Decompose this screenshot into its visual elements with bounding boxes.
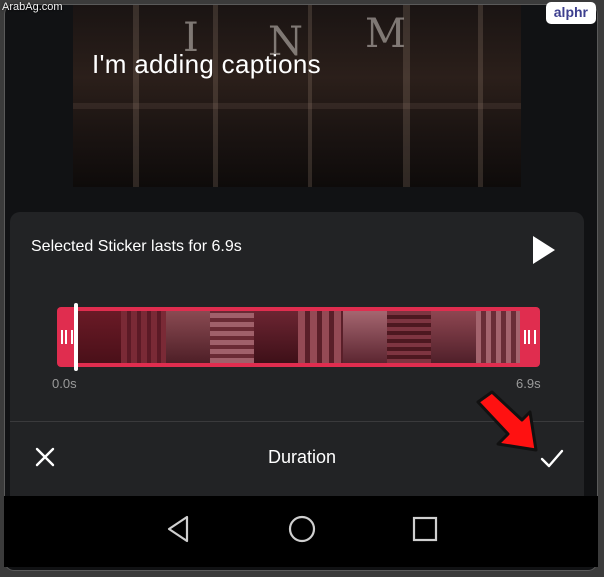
watermark: ArabAg.com (2, 1, 63, 13)
playhead[interactable] (74, 303, 78, 371)
timeline-start-label: 0.0s (52, 376, 77, 391)
timeline-frames (77, 311, 520, 363)
caption-text[interactable]: I'm adding captions (92, 49, 321, 80)
brand-logo: alphr (545, 2, 596, 24)
timeline-range[interactable] (57, 307, 540, 367)
play-icon[interactable] (533, 236, 555, 264)
sticker-duration-text: Selected Sticker lasts for 6.9s (31, 238, 242, 255)
back-icon[interactable] (163, 514, 193, 544)
red-arrow-icon (476, 390, 538, 452)
recents-icon[interactable] (410, 514, 440, 544)
home-icon[interactable] (287, 514, 317, 544)
timeline-end-label: 6.9s (516, 376, 541, 391)
video-preview: I N M (73, 5, 521, 187)
end-trim-handle[interactable] (520, 307, 540, 367)
